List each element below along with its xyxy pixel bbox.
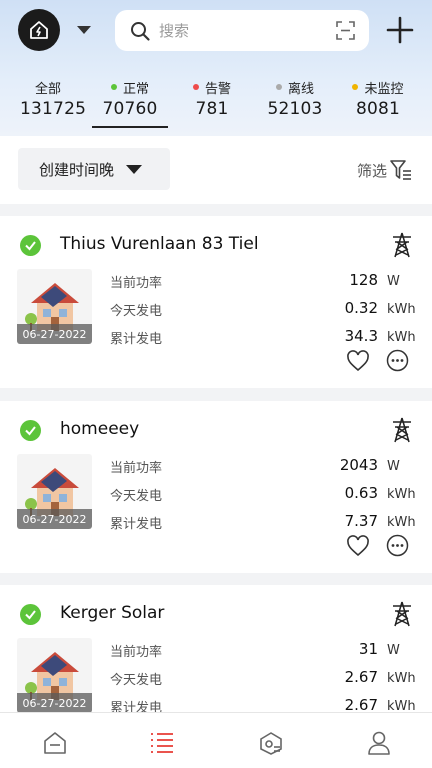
stat-alarm[interactable]: 告警 781 (180, 78, 244, 119)
search-input[interactable] (159, 21, 319, 40)
power-label: 当前功率 (110, 461, 163, 476)
today-unit: kWh (387, 487, 416, 502)
today-unit: kWh (387, 671, 416, 686)
heart-icon[interactable] (346, 350, 370, 372)
check-icon (20, 235, 41, 256)
today-value: 0.63 (344, 484, 378, 502)
power-value: 31 (358, 640, 378, 658)
today-label: 今天发电 (110, 304, 163, 319)
stat-label: 离线 (287, 81, 314, 97)
bottom-tab-bar (0, 712, 432, 768)
total-unit: kWh (387, 515, 416, 530)
plant-card[interactable]: Thius Vurenlaan 83 Tiel 06-27-2022 当前功率 … (0, 216, 432, 388)
status-dot (352, 84, 359, 90)
sort-filter-bar: 创建时间晚 筛选 (0, 136, 432, 204)
filter-icon (390, 160, 412, 180)
tower-icon (393, 232, 411, 258)
tab-home-icon[interactable] (41, 729, 69, 757)
scan-icon[interactable] (336, 21, 355, 40)
status-dot (275, 84, 282, 90)
stat-value: 131725 (20, 99, 87, 119)
sort-dropdown[interactable]: 创建时间晚 (18, 148, 170, 190)
stat-label: 告警 (204, 81, 231, 97)
today-label: 今天发电 (110, 489, 163, 504)
filter-label: 筛选 (357, 161, 388, 180)
total-value: 7.37 (344, 512, 378, 530)
caret-down-icon (126, 164, 143, 174)
plant-thumbnail[interactable]: 06-27-2022 (17, 454, 92, 529)
total-value: 34.3 (344, 327, 378, 345)
check-icon (20, 420, 41, 441)
stat-label: 全部 (34, 81, 61, 97)
stat-value: 52103 (267, 99, 323, 119)
today-value: 0.32 (344, 299, 378, 317)
power-unit: W (387, 643, 400, 658)
total-label: 累计发电 (110, 517, 163, 532)
stat-value: 70760 (102, 99, 158, 119)
stat-label-wrap: 未监控 (340, 78, 416, 97)
stat-value: 781 (195, 99, 229, 119)
tab-profile-icon[interactable] (365, 729, 393, 757)
plant-date: 06-27-2022 (17, 509, 92, 529)
plant-name: Kerger Solar (60, 603, 165, 623)
today-value: 2.67 (344, 668, 378, 686)
plant-name: homeeey (60, 419, 140, 439)
total-value: 2.67 (344, 696, 378, 712)
tab-device-icon[interactable] (257, 729, 285, 757)
stat-unmonitored[interactable]: 未监控 8081 (340, 78, 416, 119)
plant-card[interactable]: homeeey 06-27-2022 当前功率 2043 W 今天发电 0.63… (0, 401, 432, 573)
status-stats: 全部 131725 正常 70760 告警 781 离线 52103 未监控 8… (0, 78, 432, 132)
total-unit: kWh (387, 699, 416, 712)
plant-thumbnail[interactable]: 06-27-2022 (17, 269, 92, 344)
tower-icon (393, 417, 411, 443)
plant-name: Thius Vurenlaan 83 Tiel (60, 234, 259, 254)
power-unit: W (387, 274, 400, 289)
stat-offline[interactable]: 离线 52103 (262, 78, 328, 120)
stat-label: 未监控 (364, 81, 404, 97)
plant-date: 06-27-2022 (17, 324, 92, 344)
tab-list-icon[interactable] (148, 729, 176, 757)
heart-icon[interactable] (346, 535, 370, 557)
active-tab-underline (92, 126, 168, 128)
today-label: 今天发电 (110, 673, 163, 688)
plant-thumbnail[interactable]: 06-27-2022 (17, 638, 92, 712)
tower-icon (393, 601, 411, 627)
check-icon (20, 604, 41, 625)
filter-button[interactable]: 筛选 (357, 158, 413, 182)
total-label: 累计发电 (110, 332, 163, 347)
stat-label-wrap: 离线 (262, 78, 328, 97)
power-value: 2043 (339, 456, 378, 474)
plant-date: 06-27-2022 (17, 693, 92, 712)
power-unit: W (387, 459, 400, 474)
sort-label: 创建时间晚 (39, 160, 115, 179)
home-icon (30, 21, 48, 39)
stat-normal[interactable]: 正常 70760 (92, 78, 168, 128)
home-switch-button[interactable] (18, 9, 60, 51)
header: 全部 131725 正常 70760 告警 781 离线 52103 (0, 0, 432, 136)
search-bar[interactable] (115, 10, 369, 51)
chevron-down-icon[interactable] (74, 22, 94, 38)
stat-label: 正常 (122, 81, 149, 97)
stat-label-wrap: 告警 (180, 78, 244, 97)
status-dot (192, 84, 199, 90)
plus-icon[interactable] (384, 14, 416, 46)
power-value: 128 (349, 271, 378, 289)
stat-all[interactable]: 全部 131725 (20, 78, 87, 120)
power-label: 当前功率 (110, 645, 163, 660)
search-icon (131, 21, 150, 41)
total-label: 累计发电 (110, 701, 163, 712)
power-label: 当前功率 (110, 276, 163, 291)
more-icon[interactable] (386, 349, 409, 372)
stat-label-wrap: 正常 (95, 78, 165, 97)
stat-value: 8081 (355, 99, 401, 119)
plant-card[interactable]: Kerger Solar 06-27-2022 当前功率 31 W 今天发电 2… (0, 585, 432, 712)
more-icon[interactable] (386, 534, 409, 557)
today-unit: kWh (387, 302, 416, 317)
status-dot (110, 84, 117, 90)
total-unit: kWh (387, 330, 416, 345)
